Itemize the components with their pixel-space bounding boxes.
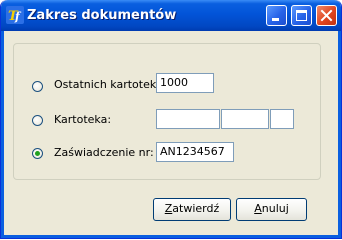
- close-icon: [320, 9, 333, 22]
- app-logo-icon: T f: [6, 6, 24, 24]
- radio-ostatnich-kartotek[interactable]: [32, 81, 43, 92]
- window-title: Zakres dokumentów: [27, 8, 177, 23]
- minimize-icon: [272, 18, 279, 21]
- window-frame-left: [1, 31, 4, 238]
- kartoteka-label: Kartoteka:: [54, 113, 112, 126]
- ostatnich-kartotek-label: Ostatnich kartotek: [54, 78, 157, 91]
- ostatnich-kartotek-input[interactable]: 1000: [156, 73, 214, 93]
- confirm-button[interactable]: Zatwierdź: [153, 198, 231, 221]
- cancel-label: nuluj: [261, 202, 289, 215]
- dialog-window: T f Zakres dokumentów Ostatnich kartotek…: [0, 0, 342, 239]
- zaswiadczenie-label: Zaświadczenie nr:: [54, 146, 154, 159]
- radio-zaswiadczenie[interactable]: [32, 148, 43, 159]
- title-bar[interactable]: T f Zakres dokumentów: [1, 0, 341, 31]
- cancel-button[interactable]: Anuluj: [236, 198, 307, 221]
- maximize-icon: [296, 10, 307, 21]
- zaswiadczenie-input[interactable]: AN1234567: [156, 142, 234, 162]
- confirm-label: atwierdź: [172, 202, 220, 215]
- cancel-accelerator: A: [254, 202, 262, 215]
- radio-kartoteka[interactable]: [32, 115, 43, 126]
- window-frame-right: [338, 31, 341, 238]
- kartoteka-input-3[interactable]: [270, 109, 294, 129]
- kartoteka-input-2[interactable]: [221, 109, 269, 129]
- kartoteka-input-1[interactable]: [156, 109, 220, 129]
- close-button[interactable]: [316, 5, 337, 26]
- maximize-button[interactable]: [291, 5, 312, 26]
- minimize-button[interactable]: [266, 5, 287, 26]
- window-frame-bottom: [1, 235, 341, 238]
